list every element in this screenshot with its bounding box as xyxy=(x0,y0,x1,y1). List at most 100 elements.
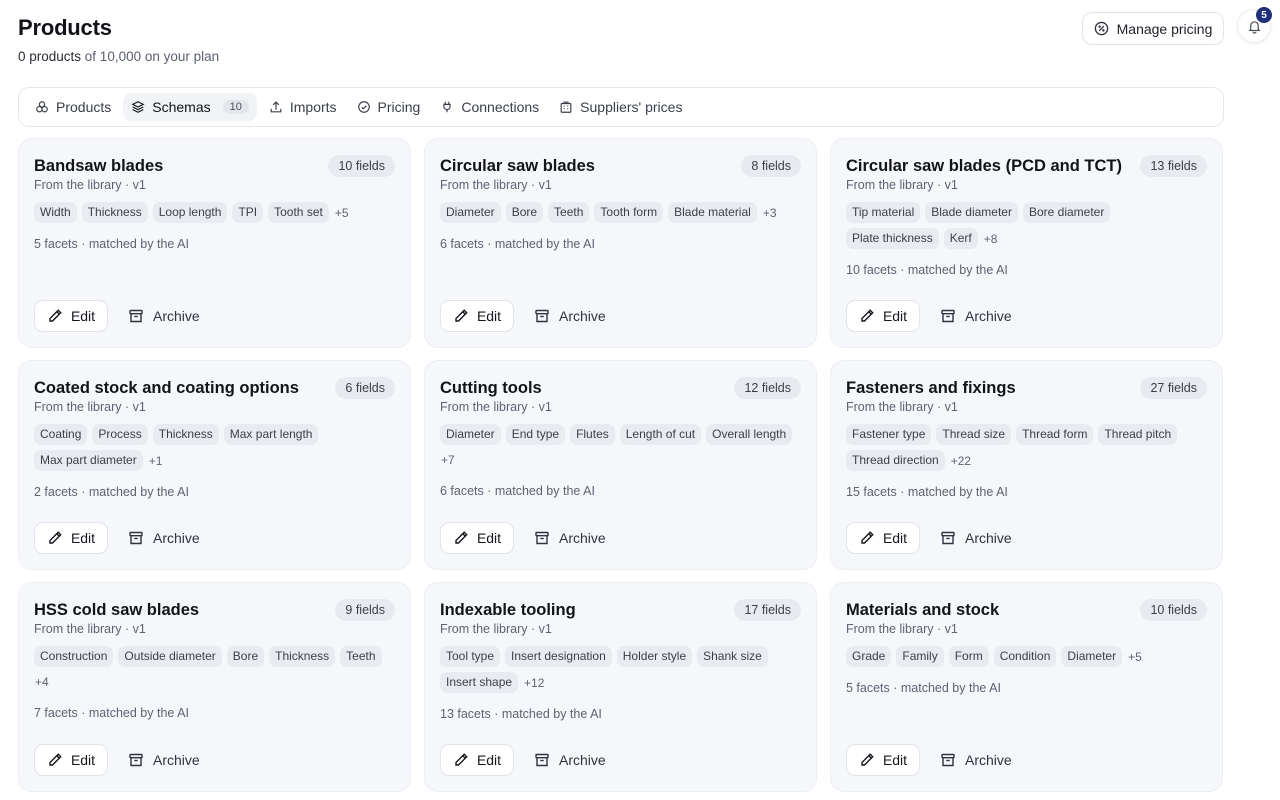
field-count-badge: 27 fields xyxy=(1140,377,1207,399)
schema-source: From the library · v1 xyxy=(440,400,552,414)
more-fields-count: +5 xyxy=(334,205,349,220)
facet-summary: 7 facets · matched by the AI xyxy=(34,706,189,720)
tab-imports-label: Imports xyxy=(289,99,337,115)
archive-label: Archive xyxy=(153,530,200,546)
schema-title: Cutting tools xyxy=(440,379,542,397)
field-chip: Diameter xyxy=(1061,646,1123,667)
edit-button[interactable]: Edit xyxy=(846,522,920,554)
schema-card: Materials and stock 10 fields From the l… xyxy=(830,582,1223,792)
archive-button[interactable]: Archive xyxy=(940,530,1012,546)
field-chip: Fastener type xyxy=(846,424,932,445)
field-chip: Outside diameter xyxy=(118,646,222,667)
field-chip: Tip material xyxy=(846,202,921,223)
tab-imports[interactable]: Imports xyxy=(261,93,345,121)
schema-source: From the library · v1 xyxy=(34,622,146,636)
more-fields-count: +12 xyxy=(524,675,545,690)
edit-button[interactable]: Edit xyxy=(34,522,108,554)
field-chip: Thread size xyxy=(936,424,1012,445)
archive-button[interactable]: Archive xyxy=(940,752,1012,768)
tab-schemas[interactable]: Schemas 10 xyxy=(123,93,257,121)
pencil-icon xyxy=(455,753,468,766)
tab-pricing[interactable]: Pricing xyxy=(349,93,429,121)
archive-button[interactable]: Archive xyxy=(940,308,1012,324)
pencil-icon xyxy=(49,531,62,544)
field-count-badge: 13 fields xyxy=(1140,155,1207,177)
facet-summary: 10 facets · matched by the AI xyxy=(846,263,1008,277)
upload-icon xyxy=(270,101,282,113)
field-count-badge: 9 fields xyxy=(335,599,395,621)
edit-button[interactable]: Edit xyxy=(34,744,108,776)
edit-button[interactable]: Edit xyxy=(440,744,514,776)
edit-button[interactable]: Edit xyxy=(846,300,920,332)
schema-title: Indexable tooling xyxy=(440,601,576,619)
edit-button[interactable]: Edit xyxy=(440,300,514,332)
field-chip: Blade material xyxy=(668,202,757,223)
tab-products[interactable]: Products xyxy=(27,93,119,121)
schema-source: From the library · v1 xyxy=(846,622,958,636)
schema-title: Coated stock and coating options xyxy=(34,379,299,397)
archive-button[interactable]: Archive xyxy=(534,308,606,324)
field-chip: Max part diameter xyxy=(34,450,143,471)
field-chip: Width xyxy=(34,202,77,223)
field-chip-list: Fastener type Thread size Thread form Threa… xyxy=(846,424,1206,471)
field-chip: Teeth xyxy=(340,646,382,667)
field-chip: Grade xyxy=(846,646,892,667)
archive-label: Archive xyxy=(559,530,606,546)
field-chip: Thread direction xyxy=(846,450,945,471)
archive-icon xyxy=(941,531,955,545)
archive-button[interactable]: Archive xyxy=(128,752,200,768)
archive-button[interactable]: Archive xyxy=(534,530,606,546)
field-chip: Plate thickness xyxy=(846,228,939,249)
archive-button[interactable]: Archive xyxy=(128,308,200,324)
edit-button[interactable]: Edit xyxy=(440,522,514,554)
edit-label: Edit xyxy=(476,530,502,546)
more-fields-count: +22 xyxy=(950,453,972,468)
edit-label: Edit xyxy=(70,308,96,324)
edit-button[interactable]: Edit xyxy=(846,744,920,776)
field-chip: Length of cut xyxy=(619,424,702,445)
layers-icon xyxy=(131,101,145,113)
field-chip: Bore xyxy=(226,646,265,667)
field-chip: Blade diameter xyxy=(925,202,1018,223)
field-chip-list: Diameter End type Flutes Length of cut Overa… xyxy=(440,424,800,470)
edit-label: Edit xyxy=(70,530,96,546)
tab-connections[interactable]: Connections xyxy=(432,93,547,121)
schema-title: Bandsaw blades xyxy=(34,157,164,175)
field-chip: Diameter xyxy=(440,202,501,223)
schema-card: Indexable tooling 17 fields From the lib… xyxy=(424,582,817,792)
edit-button[interactable]: Edit xyxy=(34,300,108,332)
schema-title: Circular saw blades xyxy=(440,157,595,175)
field-chip: Process xyxy=(92,424,148,445)
schema-source: From the library · v1 xyxy=(34,178,146,192)
archive-label: Archive xyxy=(559,752,606,768)
edit-label: Edit xyxy=(476,308,502,324)
field-count-badge: 12 fields xyxy=(734,377,801,399)
manage-pricing-button[interactable]: Manage pricing xyxy=(1082,12,1224,45)
schema-source: From the library · v1 xyxy=(440,178,552,192)
tab-suppliers-prices[interactable]: Suppliers' prices xyxy=(551,93,690,121)
edit-label: Edit xyxy=(882,530,908,546)
percent-badge-icon xyxy=(357,101,370,113)
field-chip-list: Diameter Bore Teeth Tooth form Blade materia… xyxy=(440,202,800,223)
archive-icon xyxy=(941,753,955,767)
field-chip-list: Coating Process Thickness Max part length Ma… xyxy=(34,424,394,471)
field-chip: Tooth set xyxy=(268,202,329,223)
pencil-icon xyxy=(455,309,468,322)
archive-button[interactable]: Archive xyxy=(534,752,606,768)
field-count-badge: 10 fields xyxy=(328,155,395,177)
field-count-badge: 8 fields xyxy=(741,155,801,177)
field-chip: Overall length xyxy=(706,424,793,445)
notifications-button[interactable]: 5 xyxy=(1237,7,1272,43)
plug-icon xyxy=(443,101,451,113)
field-chip: Thickness xyxy=(81,202,148,223)
field-chip: Shank size xyxy=(697,646,768,667)
field-chip: Flutes xyxy=(570,424,615,445)
field-chip: Condition xyxy=(993,646,1057,667)
field-chip-list: Width Thickness Loop length TPI Tooth set +5 xyxy=(34,202,394,223)
more-fields-count: +1 xyxy=(148,453,163,468)
field-chip: Diameter xyxy=(440,424,501,445)
field-chip: Bore diameter xyxy=(1022,202,1111,223)
archive-button[interactable]: Archive xyxy=(128,530,200,546)
field-chip: Tooth form xyxy=(594,202,664,223)
schema-title: HSS cold saw blades xyxy=(34,601,200,619)
